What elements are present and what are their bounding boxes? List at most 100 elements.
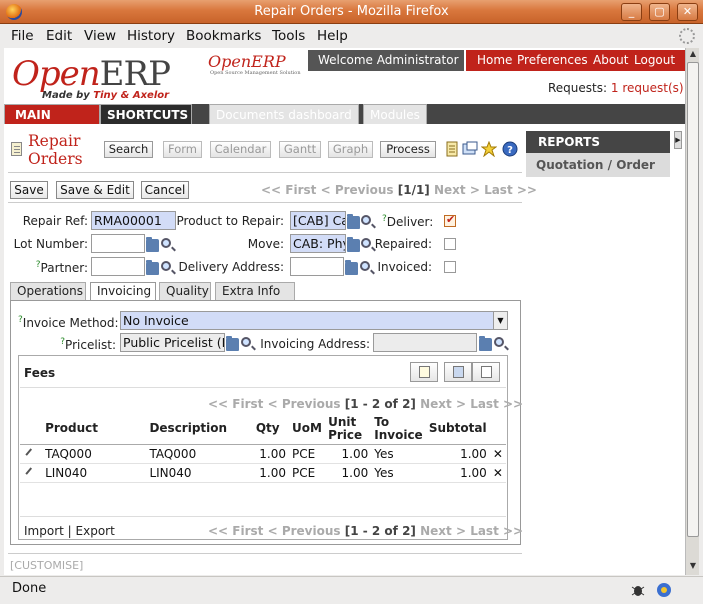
vertical-scrollbar[interactable]: ▲ ▼ — [685, 48, 699, 575]
maximize-icon[interactable]: ▢ — [649, 3, 670, 21]
open-folder-icon[interactable] — [226, 336, 239, 351]
gantt-view-button[interactable]: Gantt — [279, 141, 321, 158]
open-folder-icon[interactable] — [347, 237, 360, 252]
search-view-button[interactable]: Search — [104, 141, 153, 158]
chevron-down-icon[interactable]: ▼ — [493, 312, 507, 329]
fees-pager-next[interactable]: Next > — [420, 524, 466, 538]
delivery-address-field[interactable] — [290, 257, 344, 276]
fees-pager-first[interactable]: << First — [208, 397, 263, 411]
save-edit-button[interactable]: Save & Edit — [56, 181, 134, 199]
pencil-icon[interactable] — [20, 444, 43, 464]
repair-ref-field[interactable]: RMA00001 — [91, 211, 176, 230]
search-icon[interactable] — [360, 261, 370, 271]
export-link[interactable]: Export — [76, 524, 115, 538]
process-view-button[interactable]: Process — [380, 141, 436, 158]
tab-extra-info[interactable]: Extra Info — [215, 282, 295, 300]
search-icon[interactable] — [361, 215, 371, 225]
open-folder-icon[interactable] — [345, 260, 358, 275]
import-link[interactable]: Import — [24, 524, 64, 538]
sidebar-toggle-icon[interactable]: ▶ — [674, 131, 682, 149]
repaired-checkbox[interactable] — [444, 238, 456, 250]
pager-last[interactable]: Last >> — [484, 183, 537, 197]
preferences-link[interactable]: Preferences — [517, 53, 588, 67]
row-product[interactable]: TAQ000 — [42, 444, 147, 464]
fees-pager-last[interactable]: Last >> — [470, 524, 523, 538]
minimize-icon[interactable]: _ — [621, 3, 642, 21]
invoice-method-select[interactable]: No Invoice ▼ — [120, 311, 508, 330]
col-uom[interactable]: UoM — [288, 414, 326, 445]
deliver-checkbox[interactable] — [444, 213, 456, 227]
menu-view[interactable]: View — [84, 28, 116, 44]
col-description[interactable]: Description — [146, 414, 253, 445]
fees-pager-last[interactable]: Last >> — [470, 397, 523, 411]
col-qty[interactable]: Qty — [252, 414, 289, 445]
pencil-icon[interactable] — [20, 463, 43, 483]
scroll-down-icon[interactable]: ▼ — [687, 561, 699, 573]
menu-tools[interactable]: Tools — [272, 28, 305, 44]
fees-pager-next[interactable]: Next > — [420, 397, 466, 411]
main-menu-tab[interactable]: MAIN MENU — [4, 104, 100, 142]
search-icon[interactable] — [361, 238, 371, 248]
col-to-invoice[interactable]: To Invoice — [371, 414, 426, 445]
about-link[interactable]: About — [593, 53, 628, 67]
open-folder-icon[interactable] — [479, 336, 492, 351]
calendar-view-button[interactable]: Calendar — [210, 141, 271, 158]
home-link[interactable]: Home — [477, 53, 512, 67]
save-button[interactable]: Save — [10, 181, 48, 199]
form-view-button[interactable]: Form — [163, 141, 202, 158]
menu-bookmarks[interactable]: Bookmarks — [186, 28, 261, 44]
documents-dashboard-link[interactable]: Documents dashboard — [209, 104, 359, 124]
menu-edit[interactable]: Edit — [46, 28, 72, 44]
requests-link[interactable]: 1 request(s) — [611, 81, 684, 95]
invoiced-checkbox[interactable] — [444, 261, 456, 273]
search-icon[interactable] — [161, 238, 171, 248]
open-folder-icon[interactable] — [146, 237, 159, 252]
quotation-order-report[interactable]: Quotation / Order — [526, 153, 670, 177]
delete-row-icon[interactable]: ✕ — [489, 463, 506, 483]
star-icon[interactable] — [481, 141, 497, 157]
menu-history[interactable]: History — [127, 28, 175, 44]
col-unit-price[interactable]: Unit Price — [325, 414, 372, 445]
partner-field[interactable] — [91, 257, 145, 276]
row-product[interactable]: LIN040 — [42, 463, 147, 483]
modules-link[interactable]: Modules — [363, 104, 427, 124]
menu-file[interactable]: File — [11, 28, 34, 44]
fees-pager-first[interactable]: << First — [208, 524, 263, 538]
col-subtotal[interactable]: Subtotal — [425, 414, 490, 445]
shortcuts-tab[interactable]: SHORTCUTS — [100, 104, 192, 124]
list-view-icon[interactable] — [472, 362, 500, 382]
menu-help[interactable]: Help — [317, 28, 348, 44]
openerp-logo[interactable]: OpenERP Made by Tiny & Axelor — [12, 54, 182, 101]
graph-view-button[interactable]: Graph — [328, 141, 373, 158]
open-folder-icon[interactable] — [146, 260, 159, 275]
tab-operations[interactable]: Operations — [10, 282, 86, 300]
product-to-repair-field[interactable]: [CAB] Ca — [290, 211, 346, 230]
close-icon[interactable]: ✕ — [677, 3, 698, 21]
pager-previous[interactable]: < Previous — [321, 183, 394, 197]
search-icon[interactable] — [241, 337, 251, 347]
table-row[interactable]: LIN040 LIN040 1.00 PCE 1.00 Yes 1.00 ✕ — [20, 463, 506, 483]
pager-first[interactable]: << First — [261, 183, 316, 197]
move-field[interactable]: CAB: Phy — [290, 234, 346, 253]
search-icon[interactable] — [494, 337, 504, 347]
fees-pager-previous[interactable]: < Previous — [268, 524, 341, 538]
lot-number-field[interactable] — [91, 234, 145, 253]
search-icon[interactable] — [161, 261, 171, 271]
updates-icon[interactable] — [655, 581, 673, 599]
pager-next[interactable]: Next > — [434, 183, 480, 197]
open-folder-icon[interactable] — [347, 214, 360, 229]
row-uom[interactable]: PCE — [288, 463, 326, 483]
scroll-up-icon[interactable]: ▲ — [687, 49, 699, 61]
bug-icon[interactable] — [629, 581, 647, 599]
customise-link[interactable]: [CUSTOMISE] — [10, 559, 83, 572]
notes-icon[interactable] — [444, 141, 460, 157]
col-product[interactable]: Product — [42, 414, 147, 445]
help-icon[interactable]: ? — [502, 141, 518, 157]
table-row[interactable]: TAQ000 TAQ000 1.00 PCE 1.00 Yes 1.00 ✕ — [20, 444, 506, 464]
delete-row-icon[interactable]: ✕ — [489, 444, 506, 464]
scrollbar-thumb[interactable] — [687, 62, 699, 537]
tab-quality[interactable]: Quality — [159, 282, 211, 300]
invoicing-address-field[interactable] — [373, 333, 477, 352]
new-record-icon[interactable] — [410, 362, 438, 382]
pricelist-field[interactable]: Public Pricelist (E — [120, 333, 225, 352]
